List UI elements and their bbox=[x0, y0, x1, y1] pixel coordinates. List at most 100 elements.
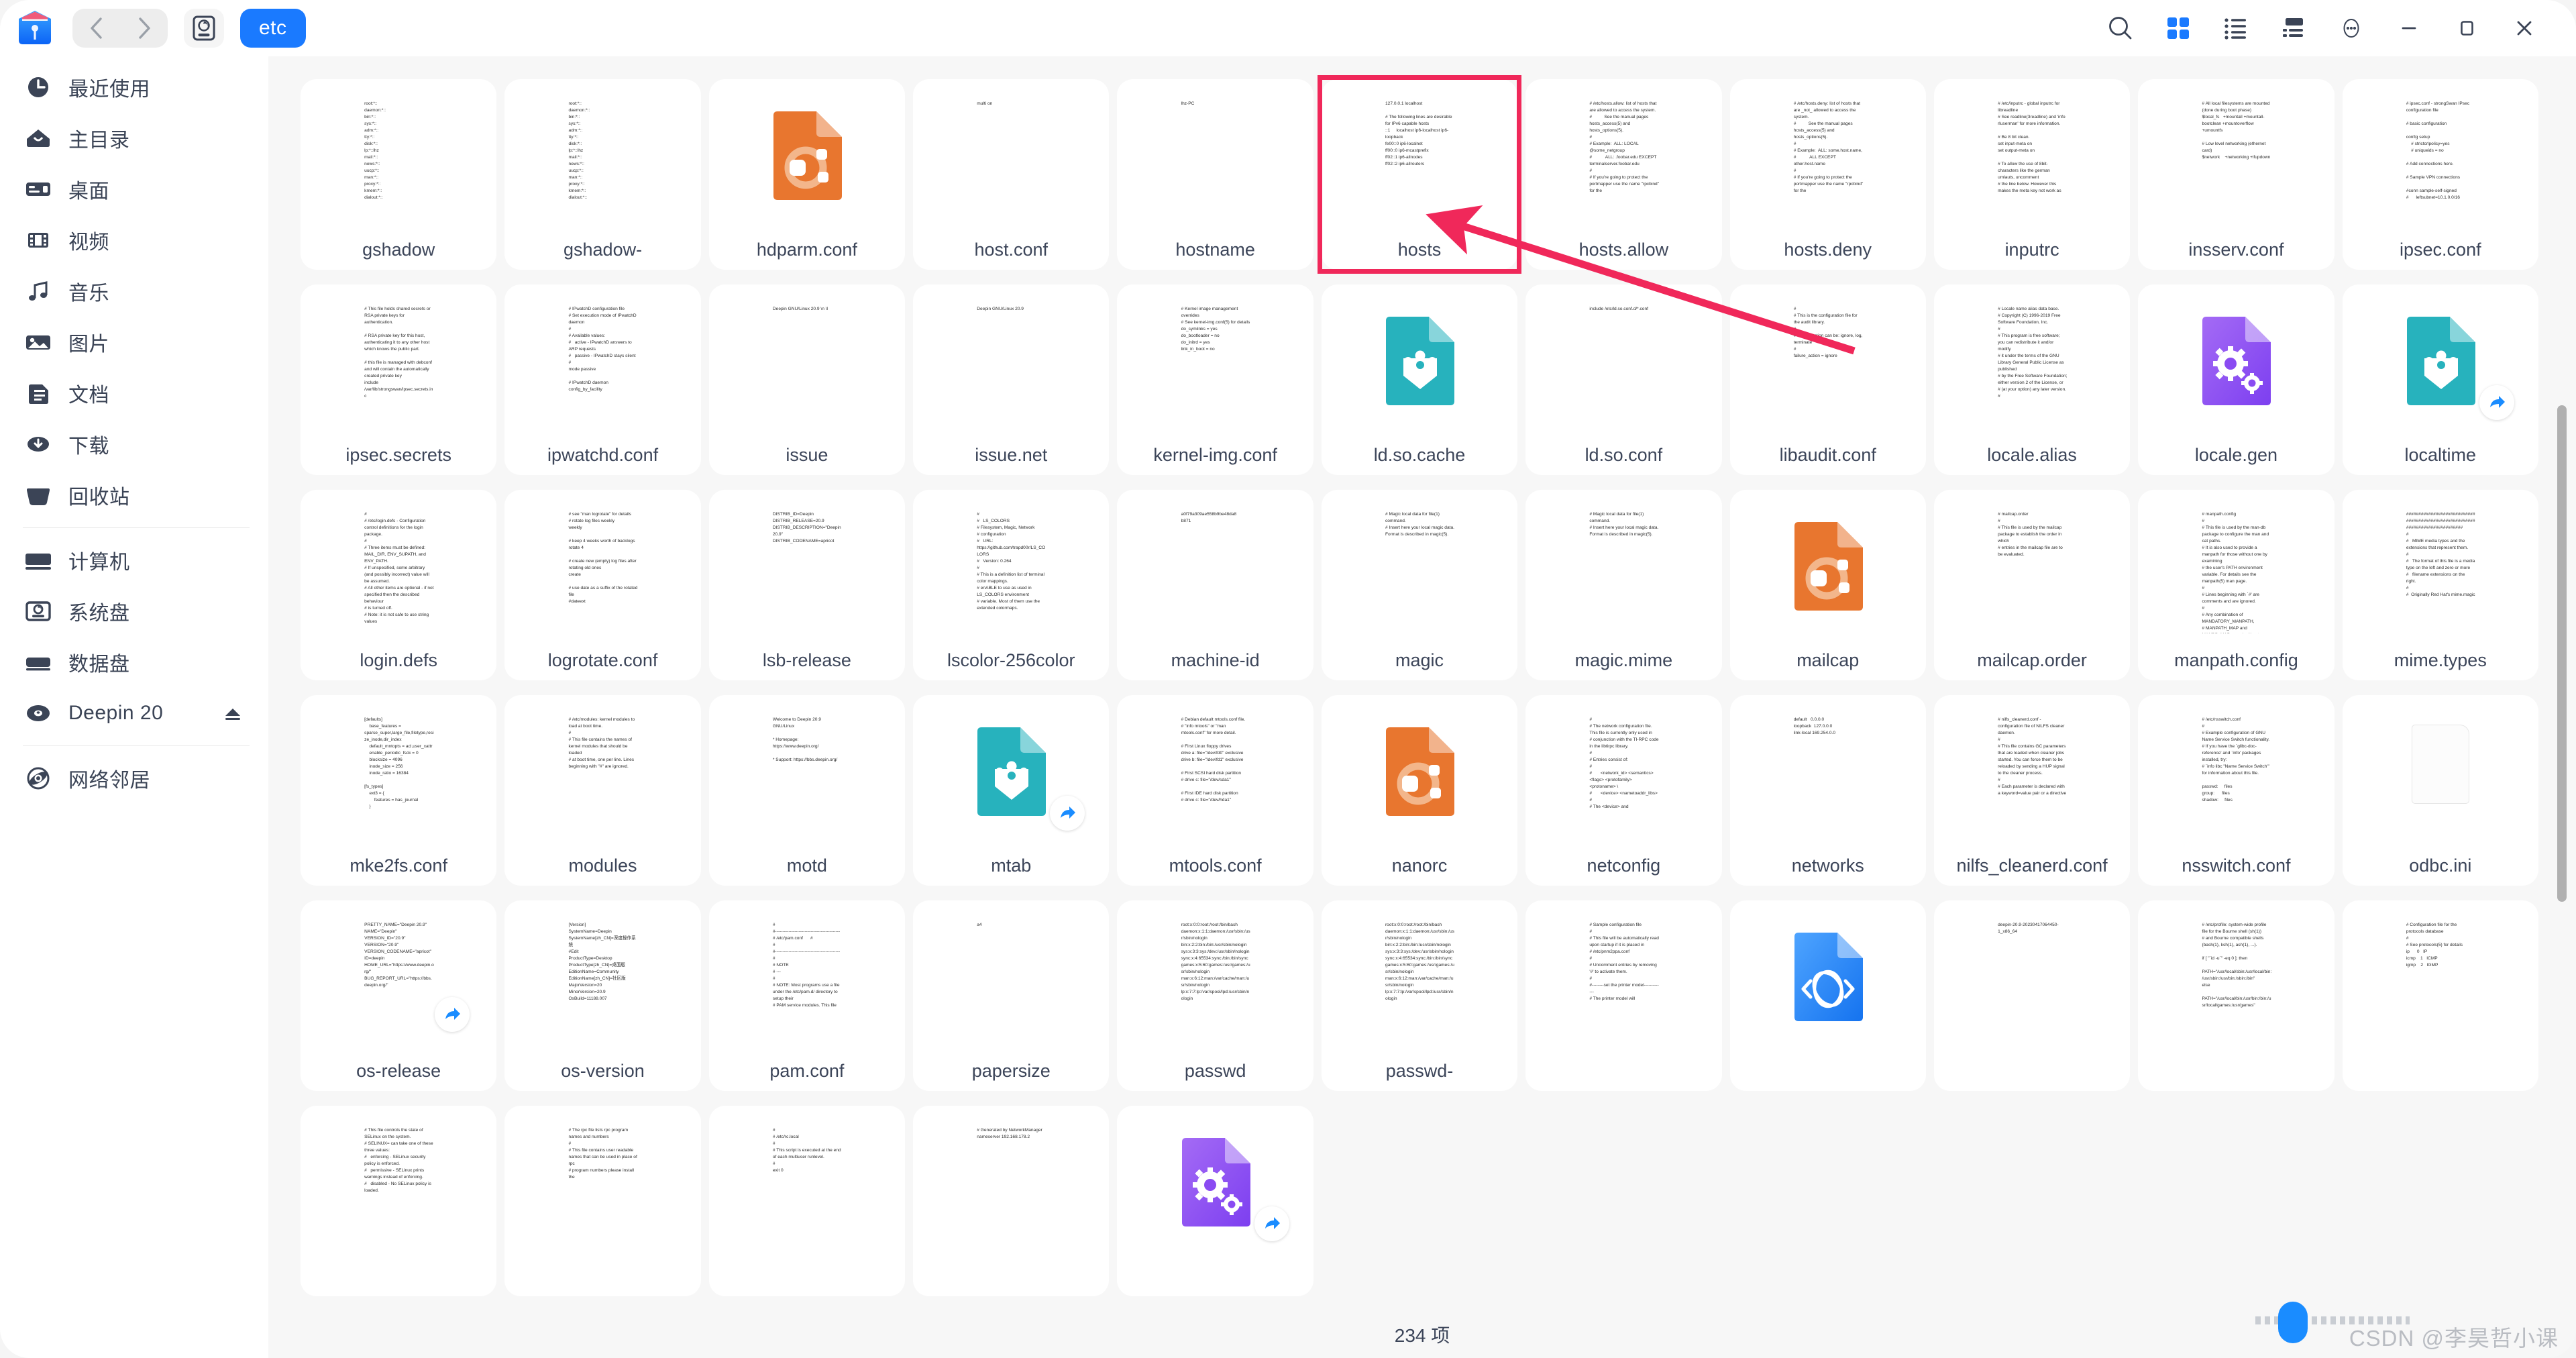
file-item[interactable]: a4 papersize bbox=[913, 900, 1110, 1091]
file-item[interactable]: # The rpc file lists rpc program names a… bbox=[504, 1106, 701, 1296]
file-item[interactable]: # /etc/profile: system-wide profile file… bbox=[2138, 900, 2334, 1091]
back-button[interactable] bbox=[75, 9, 118, 48]
file-item[interactable]: multi on host.conf bbox=[913, 79, 1110, 270]
file-item[interactable]: # All local filesystems are mounted (don… bbox=[2138, 79, 2334, 270]
file-item[interactable]: # Generated by NetworkManager nameserver… bbox=[913, 1106, 1110, 1296]
eject-icon[interactable] bbox=[221, 702, 244, 725]
file-item[interactable]: # /etc/inputrc - global inputrc for libr… bbox=[1933, 79, 2131, 270]
file-item[interactable]: # Locale name alias data base. # Copyrig… bbox=[1933, 284, 2131, 475]
file-name-label: ld.so.cache bbox=[1373, 444, 1466, 465]
sidebar-item-trash[interactable]: 回收站 bbox=[0, 470, 268, 521]
file-thumbnail: # Locale name alias data base. # Copyrig… bbox=[1943, 297, 2121, 428]
file-item[interactable]: Deepin GNU/Linux 20.9 \n \l issue bbox=[708, 284, 906, 475]
file-item[interactable]: # IPwatchD configuration file # Set exec… bbox=[504, 284, 701, 475]
vertical-scrollbar[interactable] bbox=[2557, 405, 2567, 902]
sidebar-item-download[interactable]: 下载 bbox=[0, 419, 268, 470]
file-item[interactable]: nanorc bbox=[1321, 695, 1518, 886]
file-item[interactable]: DISTRIB_ID=Deepin DISTRIB_RELEASE=20.9 D… bbox=[708, 490, 906, 680]
file-item[interactable]: # Sample configuration file # # This fil… bbox=[1525, 900, 1722, 1091]
file-item[interactable]: mailcap bbox=[1729, 490, 1926, 680]
file-item[interactable]: deepin-20.9-20230417064450-1_x86_64 bbox=[1933, 900, 2131, 1091]
sidebar-item-home[interactable]: 主目录 bbox=[0, 113, 268, 164]
file-item[interactable]: # This file holds shared secrets or RSA … bbox=[301, 284, 497, 475]
file-item[interactable]: hdparm.conf bbox=[708, 79, 906, 270]
file-item[interactable]: # #-------------------------------------… bbox=[708, 900, 906, 1091]
file-item[interactable]: # nilfs_cleanerd.conf - configuration fi… bbox=[1933, 695, 2131, 886]
sidebar-item-optical-disc[interactable]: Deepin 20 bbox=[0, 688, 268, 739]
file-item[interactable]: PRETTY_NAME="Deepin 20.9" NAME="Deepin" … bbox=[301, 900, 497, 1091]
icon-view-button[interactable] bbox=[2149, 5, 2207, 52]
text-preview: # All local filesystems are mounted (don… bbox=[2195, 91, 2277, 211]
search-button[interactable] bbox=[2092, 5, 2149, 52]
navigation-buttons bbox=[72, 9, 168, 48]
file-item[interactable]: lhz-PC hostname bbox=[1117, 79, 1313, 270]
sidebar-item-desktop[interactable]: 桌面 bbox=[0, 164, 268, 215]
file-item[interactable]: odbc.ini bbox=[2342, 695, 2538, 886]
file-item[interactable]: root:*:: daemon:*:: bin:*:: sys:*:: adm:… bbox=[504, 79, 701, 270]
file-thumbnail bbox=[1739, 502, 1917, 633]
file-item[interactable] bbox=[1729, 900, 1926, 1091]
file-item[interactable]: locale.gen bbox=[2138, 284, 2334, 475]
file-item[interactable]: # ipsec.conf - strongSwan IPsec configur… bbox=[2342, 79, 2538, 270]
file-item[interactable]: [Version] SystemName=Deepin SystemName[z… bbox=[504, 900, 701, 1091]
sidebar-item-data-disk[interactable]: 数据盘 bbox=[0, 637, 268, 688]
file-item[interactable]: root:*:: daemon:*:: bin:*:: sys:*:: adm:… bbox=[301, 79, 497, 270]
symlink-badge bbox=[2479, 385, 2514, 420]
file-item[interactable]: mtab bbox=[913, 695, 1110, 886]
file-item[interactable]: # # /etc/login.defs - Configuration cont… bbox=[301, 490, 497, 680]
text-preview: include /etc/ld.so.conf.d/*.conf bbox=[1582, 297, 1665, 416]
sidebar-item-computer[interactable]: 计算机 bbox=[0, 535, 268, 586]
file-item[interactable]: # Debian default mtools.conf file. # "in… bbox=[1117, 695, 1313, 886]
system-disk-button[interactable] bbox=[184, 9, 224, 48]
sidebar-item-picture[interactable]: 图片 bbox=[0, 317, 268, 368]
detail-view-button[interactable] bbox=[2265, 5, 2322, 52]
sidebar-item-document[interactable]: 文档 bbox=[0, 368, 268, 419]
file-manager-app-icon bbox=[15, 8, 55, 48]
file-thumbnail: root:*:: daemon:*:: bin:*:: sys:*:: adm:… bbox=[514, 91, 691, 223]
file-item[interactable]: localtime bbox=[2342, 284, 2538, 475]
close-button[interactable] bbox=[2496, 5, 2553, 52]
file-item[interactable]: # # /etc/rc.local # # This script is exe… bbox=[708, 1106, 906, 1296]
file-item[interactable]: # # LS_COLORS # Filesystem, Magic, Netwo… bbox=[913, 490, 1110, 680]
file-item[interactable]: 127.0.0.1 localhost # The following line… bbox=[1321, 79, 1518, 270]
file-item[interactable]: root:x:0:0:root:/root:/bin/bash daemon:x… bbox=[1321, 900, 1518, 1091]
file-item[interactable]: ########################################… bbox=[2342, 490, 2538, 680]
file-item[interactable]: # Kernel image management overrides # Se… bbox=[1117, 284, 1313, 475]
sidebar-item-clock[interactable]: 最近使用 bbox=[0, 62, 268, 113]
file-item[interactable]: # # This is the configuration file for t… bbox=[1729, 284, 1926, 475]
file-item[interactable]: # Magic local data for file(1) command. … bbox=[1525, 490, 1722, 680]
file-thumbnail: deepin-20.9-20230417064450-1_x86_64 bbox=[1943, 912, 2121, 1044]
sidebar-item-system-disk[interactable]: 系统盘 bbox=[0, 586, 268, 637]
file-item[interactable]: include /etc/ld.so.conf.d/*.conf ld.so.co… bbox=[1525, 284, 1722, 475]
file-item[interactable]: # /etc/modules: kernel modules to load a… bbox=[504, 695, 701, 886]
sidebar-item-network[interactable]: 网络邻居 bbox=[0, 753, 268, 804]
file-item[interactable]: # /etc/hosts.deny: list of hosts that ar… bbox=[1729, 79, 1926, 270]
file-item[interactable]: # manpath.config # # This file is used b… bbox=[2138, 490, 2334, 680]
file-item[interactable]: # Magic local data for file(1) command. … bbox=[1321, 490, 1518, 680]
file-item[interactable]: # /etc/nsswitch.conf # # Example configu… bbox=[2138, 695, 2334, 886]
file-item[interactable]: default 0.0.0.0 loopback 127.0.0.0 link-… bbox=[1729, 695, 1926, 886]
sidebar-item-music[interactable]: 音乐 bbox=[0, 266, 268, 317]
maximize-button[interactable] bbox=[2438, 5, 2496, 52]
file-item[interactable]: Welcome to Deepin 20.9 GNU/Linux * Homep… bbox=[708, 695, 906, 886]
icon-view-icon bbox=[2167, 17, 2189, 39]
file-item[interactable]: root:x:0:0:root:/root:/bin/bash daemon:x… bbox=[1117, 900, 1313, 1091]
file-item[interactable] bbox=[1117, 1106, 1313, 1296]
minimize-button[interactable] bbox=[2380, 5, 2438, 52]
breadcrumb-etc[interactable]: etc bbox=[240, 9, 306, 48]
more-options-button[interactable] bbox=[2322, 5, 2380, 52]
list-view-button[interactable] bbox=[2207, 5, 2265, 52]
file-item[interactable]: # Configuration file for the protocols d… bbox=[2342, 900, 2538, 1091]
sidebar-item-video[interactable]: 视频 bbox=[0, 215, 268, 266]
file-item[interactable]: a0f79a309ae558b9be48da8 b871 machine-id bbox=[1117, 490, 1313, 680]
file-item[interactable]: # This file controls the state of SELinu… bbox=[301, 1106, 497, 1296]
file-thumbnail bbox=[2352, 297, 2529, 428]
forward-button[interactable] bbox=[123, 9, 166, 48]
file-item[interactable]: # mailcap.order # # This file is used by… bbox=[1933, 490, 2131, 680]
file-item[interactable]: # see "man logrotate" for details # rota… bbox=[504, 490, 701, 680]
file-item[interactable]: # # The network configuration file. This… bbox=[1525, 695, 1722, 886]
file-item[interactable]: Deepin GNU/Linux 20.9 issue.net bbox=[913, 284, 1110, 475]
file-item[interactable]: ld.so.cache bbox=[1321, 284, 1518, 475]
file-item[interactable]: [defaults] base_features = sparse_super,… bbox=[301, 695, 497, 886]
file-item[interactable]: # /etc/hosts.allow: list of hosts that a… bbox=[1525, 79, 1722, 270]
